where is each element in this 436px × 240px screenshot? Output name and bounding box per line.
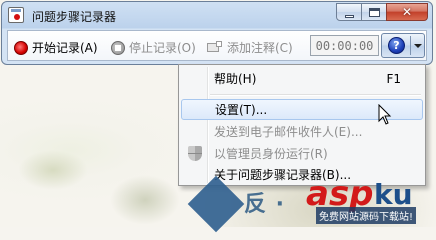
- menu-item-label: 发送到电子邮件收件人(E)...: [214, 125, 363, 139]
- close-icon: ✕: [401, 5, 413, 19]
- add-comment-label: 添加注释(C): [227, 41, 293, 55]
- menu-item-label: 设置(T)...: [215, 103, 268, 117]
- stop-record-button[interactable]: 停止记录(O): [111, 39, 196, 56]
- record-icon: [14, 40, 28, 55]
- close-button[interactable]: ✕: [386, 3, 428, 21]
- wallpaper-decoration: [110, 175, 180, 225]
- watermark-logo: 反 · asp ku 免费网站源码下载站!: [187, 174, 436, 233]
- wallpaper-decoration: [18, 150, 88, 190]
- watermark-text: 反 ·: [244, 192, 286, 217]
- elapsed-timer: 00:00:00: [310, 35, 379, 56]
- menu-separator: [210, 94, 421, 96]
- start-record-button[interactable]: 开始记录(A): [14, 39, 98, 56]
- split-divider: [410, 36, 411, 55]
- mouse-cursor-icon: [378, 104, 392, 125]
- toolbar: 开始记录(A) 停止记录(O) 添加注释(C) 00:00:00 ?: [7, 30, 427, 61]
- menu-item-shortcut: F1: [386, 71, 401, 86]
- steps-recorder-window: 问题步骤记录器 ✕ 开始记录(A) 停止记录(O) 添加注释(C) 00:00:…: [1, 1, 433, 65]
- window-title: 问题步骤记录器: [32, 10, 117, 24]
- shield-icon: [188, 146, 202, 161]
- menu-item-help[interactable]: 帮助(H) F1: [181, 68, 423, 89]
- start-record-label: 开始记录(A): [32, 41, 98, 55]
- minimize-button[interactable]: [336, 3, 362, 21]
- chevron-down-icon[interactable]: [414, 44, 422, 48]
- menu-item-label: 以管理员身份运行(R): [214, 147, 328, 161]
- watermark-tagline: 免费网站源码下载站!: [316, 207, 417, 224]
- add-comment-button[interactable]: 添加注释(C): [207, 39, 293, 56]
- stop-record-label: 停止记录(O): [129, 41, 196, 55]
- help-icon[interactable]: ?: [388, 37, 405, 54]
- help-split-button[interactable]: ?: [381, 33, 425, 58]
- app-icon[interactable]: [8, 7, 24, 23]
- menu-item-label: 帮助(H): [214, 72, 257, 86]
- stop-icon: [111, 40, 125, 55]
- menu-item-run-as-admin[interactable]: 以管理员身份运行(R): [181, 143, 423, 164]
- title-bar[interactable]: 问题步骤记录器 ✕: [2, 2, 432, 30]
- comment-icon: [207, 40, 223, 55]
- watermark-emblem-icon: [187, 175, 245, 233]
- caption-buttons: ✕: [336, 3, 428, 22]
- maximize-button[interactable]: [361, 3, 387, 21]
